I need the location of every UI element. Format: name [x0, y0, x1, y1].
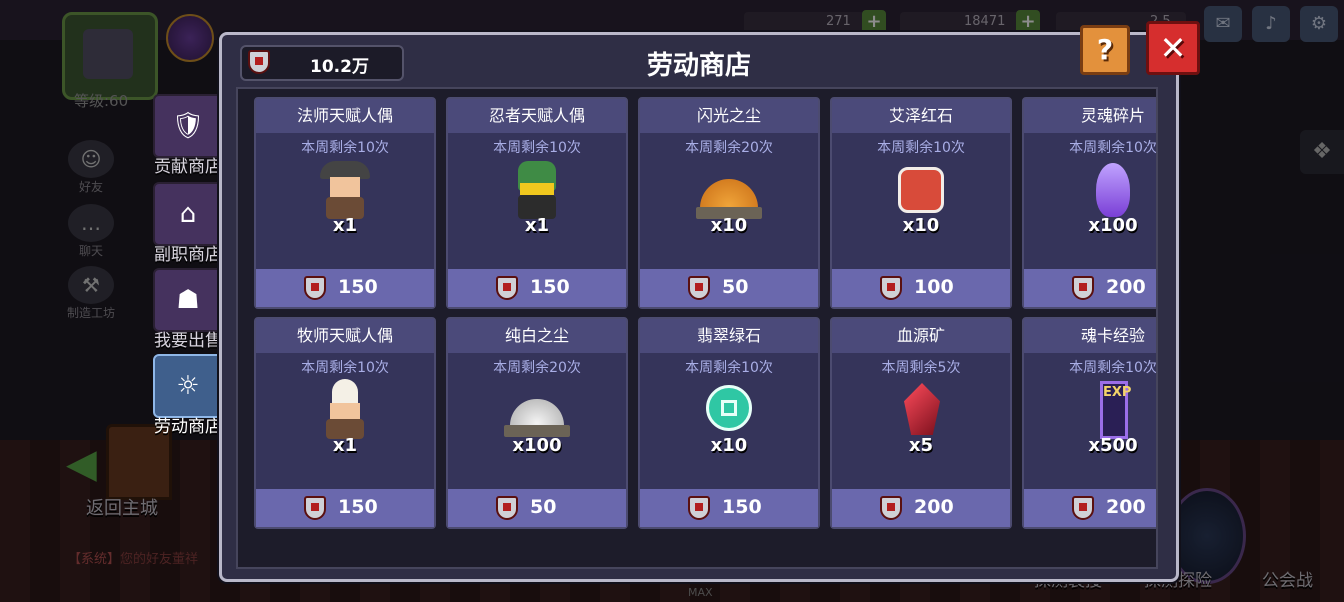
labor-badge-icon — [496, 496, 518, 520]
item-name: 纯白之尘 — [448, 319, 626, 353]
item-name: 闪光之尘 — [640, 99, 818, 133]
white-dust-icon — [502, 379, 572, 441]
item-name: 翡翠绿石 — [640, 319, 818, 353]
buy-button[interactable]: 100 — [832, 269, 1010, 307]
buy-button[interactable]: 200 — [1024, 269, 1156, 307]
shop-item-card[interactable]: 牧师天赋人偶 本周剩余10次 x1 150 — [254, 317, 436, 529]
red-stone-icon — [886, 159, 956, 221]
exp-card-icon: EXP — [1078, 379, 1148, 441]
shop-item-card[interactable]: 纯白之尘 本周剩余20次 x100 50 — [446, 317, 628, 529]
labor-badge-icon — [688, 276, 710, 300]
item-price: 150 — [338, 276, 378, 298]
item-price: 150 — [530, 276, 570, 298]
glitter-dust-icon — [694, 159, 764, 221]
labor-badge-icon — [1072, 496, 1094, 520]
item-limit: 本周剩余10次 — [301, 360, 389, 376]
sell-icon: ☗ — [153, 268, 223, 332]
priest-doll-icon — [310, 379, 380, 441]
item-price: 100 — [914, 276, 954, 298]
item-limit: 本周剩余20次 — [685, 140, 773, 156]
labor-shop-icon: ☼ — [153, 354, 223, 418]
shop-item-card[interactable]: 血源矿 本周剩余5次 x5 200 — [830, 317, 1012, 529]
item-price: 200 — [914, 496, 954, 518]
item-quantity: x100 — [512, 435, 562, 456]
labor-badge-icon — [880, 276, 902, 300]
nav-labor-shop-label: 劳动商店 — [154, 417, 222, 437]
buy-button[interactable]: 200 — [832, 489, 1010, 527]
shop-item-card[interactable]: 忍者天赋人偶 本周剩余10次 x1 150 — [446, 97, 628, 309]
item-name: 忍者天赋人偶 — [448, 99, 626, 133]
labor-shop-window: 10.2万 劳动商店 ? ✕ 法师天赋人偶 本周剩余10次 x1 150 忍者天… — [219, 21, 1200, 582]
side-job-shop-icon: ⌂ — [153, 182, 223, 246]
item-name: 血源矿 — [832, 319, 1010, 353]
nav-side-job-shop-label: 副职商店 — [154, 245, 222, 265]
buy-button[interactable]: 150 — [256, 269, 434, 307]
item-quantity: x100 — [1088, 215, 1138, 236]
buy-button[interactable]: 150 — [256, 489, 434, 527]
item-limit: 本周剩余10次 — [493, 140, 581, 156]
nav-sell-label: 我要出售 — [154, 331, 222, 351]
item-price: 150 — [722, 496, 762, 518]
item-quantity: x5 — [908, 435, 934, 456]
item-name: 艾泽红石 — [832, 99, 1010, 133]
contribution-shop-icon: 🛡 — [153, 94, 223, 158]
ninja-doll-icon — [502, 159, 572, 221]
labor-badge-icon — [304, 496, 326, 520]
close-button[interactable]: ✕ — [1146, 21, 1200, 75]
shop-item-card[interactable]: 艾泽红石 本周剩余10次 x10 100 — [830, 97, 1012, 309]
buy-button[interactable]: 150 — [448, 269, 626, 307]
nav-labor-shop[interactable]: ☼ 劳动商店 — [148, 354, 228, 437]
nav-contribution-shop[interactable]: 🛡 贡献商店 — [148, 94, 228, 177]
item-limit: 本周剩余10次 — [1069, 140, 1157, 156]
help-button[interactable]: ? — [1080, 25, 1130, 75]
item-price: 200 — [1106, 276, 1146, 298]
item-limit: 本周剩余10次 — [1069, 360, 1157, 376]
labor-badge-icon — [1072, 276, 1094, 300]
nav-contribution-shop-label: 贡献商店 — [154, 157, 222, 177]
item-limit: 本周剩余20次 — [493, 360, 581, 376]
buy-button[interactable]: 50 — [448, 489, 626, 527]
item-name: 法师天赋人偶 — [256, 99, 434, 133]
shop-item-card[interactable]: 法师天赋人偶 本周剩余10次 x1 150 — [254, 97, 436, 309]
shop-item-card[interactable]: 魂卡经验 本周剩余10次 EXP x500 200 — [1022, 317, 1157, 529]
exp-card-text: EXP — [1100, 381, 1131, 439]
item-name: 牧师天赋人偶 — [256, 319, 434, 353]
soul-fragment-icon — [1078, 159, 1148, 221]
mage-doll-icon — [310, 159, 380, 221]
item-quantity: x10 — [710, 435, 748, 456]
item-grid[interactable]: 法师天赋人偶 本周剩余10次 x1 150 忍者天赋人偶 本周剩余10次 x1 … — [236, 87, 1158, 569]
blood-ore-icon — [886, 379, 956, 441]
labor-badge-icon — [688, 496, 710, 520]
item-price: 200 — [1106, 496, 1146, 518]
labor-badge-icon — [496, 276, 518, 300]
nav-side-job-shop[interactable]: ⌂ 副职商店 — [148, 182, 228, 265]
shop-title: 劳动商店 — [646, 51, 751, 81]
item-quantity: x10 — [710, 215, 748, 236]
item-price: 50 — [530, 496, 557, 518]
item-quantity: x1 — [332, 435, 358, 456]
item-limit: 本周剩余10次 — [685, 360, 773, 376]
shop-item-card[interactable]: 翡翠绿石 本周剩余10次 x10 150 — [638, 317, 820, 529]
labor-badge-icon — [304, 276, 326, 300]
shop-item-card[interactable]: 闪光之尘 本周剩余20次 x10 50 — [638, 97, 820, 309]
buy-button[interactable]: 50 — [640, 269, 818, 307]
item-quantity: x1 — [524, 215, 550, 236]
item-price: 50 — [722, 276, 749, 298]
item-price: 150 — [338, 496, 378, 518]
buy-button[interactable]: 150 — [640, 489, 818, 527]
shop-item-card[interactable]: 灵魂碎片 本周剩余10次 x100 200 — [1022, 97, 1157, 309]
labor-badge-icon — [880, 496, 902, 520]
item-quantity: x500 — [1088, 435, 1138, 456]
item-limit: 本周剩余10次 — [301, 140, 389, 156]
item-limit: 本周剩余5次 — [881, 360, 961, 376]
item-quantity: x1 — [332, 215, 358, 236]
buy-button[interactable]: 200 — [1024, 489, 1156, 527]
item-name: 魂卡经验 — [1024, 319, 1156, 353]
item-quantity: x10 — [902, 215, 940, 236]
item-name: 灵魂碎片 — [1024, 99, 1156, 133]
item-limit: 本周剩余10次 — [877, 140, 965, 156]
emerald-stone-icon — [694, 379, 764, 441]
nav-sell[interactable]: ☗ 我要出售 — [148, 268, 228, 351]
